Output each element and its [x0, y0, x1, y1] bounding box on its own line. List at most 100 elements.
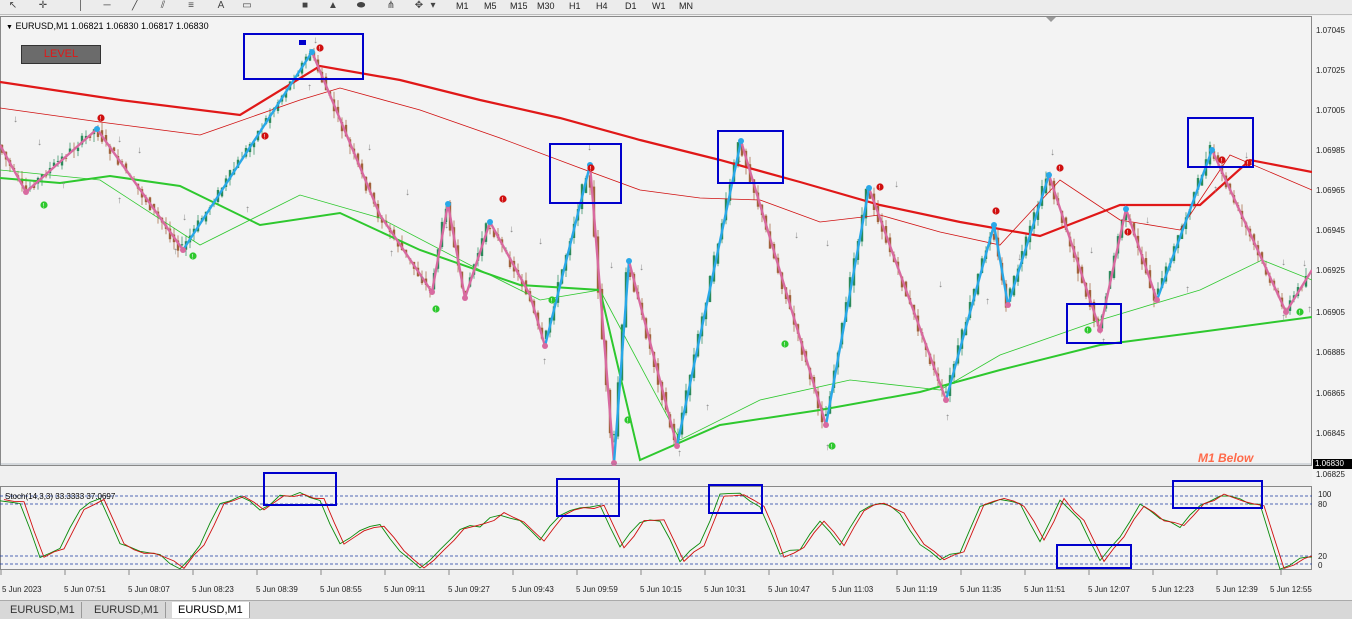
time-label: 5 Jun 11:35 — [960, 585, 1002, 594]
time-label: 5 Jun 12:55 — [1270, 585, 1312, 594]
price-label: 1.06885 — [1316, 348, 1345, 357]
annotation-m1-below: M1 Below — [1198, 451, 1254, 465]
sell-arrow-icon: ↓ — [794, 230, 799, 241]
price-label: 1.06905 — [1316, 308, 1345, 317]
time-label: 5 Jun 08:23 — [192, 585, 234, 594]
sell-arrow-icon: ↓ — [509, 224, 514, 235]
buy-arrow-icon: ↑ — [389, 248, 394, 259]
candle-body — [180, 244, 184, 246]
buy-arrow-icon: ↑ — [985, 296, 990, 307]
buy-arrow-icon: ↑ — [677, 448, 682, 459]
stoch-level-label: 0 — [1318, 561, 1323, 570]
candle-body — [944, 391, 948, 393]
zigzag — [0, 51, 1312, 464]
sell-arrow-icon: ↓ — [1302, 258, 1307, 269]
buy-arrow-icon: ↑ — [1101, 336, 1106, 347]
time-label: 5 Jun 11:03 — [832, 585, 874, 594]
buy-arrow-icon: ↑ — [61, 180, 66, 191]
stoch-level-label: 20 — [1318, 552, 1327, 561]
time-label: 5 Jun 10:47 — [768, 585, 810, 594]
buy-arrow-icon: ↑ — [542, 356, 547, 367]
price-label: 1.06985 — [1316, 146, 1345, 155]
time-label: 5 Jun 11:19 — [896, 585, 938, 594]
sell-arrow-icon: ↓ — [182, 212, 187, 223]
sell-arrow-icon: ↓ — [938, 279, 943, 290]
level-button[interactable]: LEVEL — [21, 45, 101, 64]
candles — [0, 47, 1308, 446]
stoch-title: Stoch(14,3,3) 33.3333 37.0697 — [5, 492, 116, 501]
sell-arrow-icon: ↓ — [13, 114, 18, 125]
time-label: 5 Jun 08:07 — [128, 585, 170, 594]
sell-arrow-icon: ↓ — [444, 220, 449, 231]
sell-arrow-icon: ↓ — [1281, 257, 1286, 268]
highlight-boxes-main — [243, 33, 1254, 344]
price-label: 1.06865 — [1316, 389, 1345, 398]
sell-arrow-icon: ↓ — [37, 137, 42, 148]
time-label: 5 Jun 12:07 — [1088, 585, 1130, 594]
sell-arrow-icon: ↓ — [1017, 252, 1022, 263]
buy-arrow-icon: ↑ — [307, 82, 312, 93]
sell-arrow-icon: ↓ — [1145, 215, 1150, 226]
current-price-label: 1.06830 — [1313, 459, 1352, 469]
buy-arrow-icon: ↑ — [117, 195, 122, 206]
sell-arrow-icon: ↓ — [367, 142, 372, 153]
buy-arrow-icon: ↑ — [1213, 184, 1218, 195]
sell-arrow-icon: ↓ — [639, 262, 644, 273]
time-label: 5 Jun 08:39 — [256, 585, 298, 594]
sell-arrow-icon: ↓ — [313, 35, 318, 46]
time-label: 5 Jun 2023 — [2, 585, 42, 594]
stoch-levels — [0, 495, 1312, 565]
buy-arrow-icon: ↑ — [419, 274, 424, 285]
price-label: 1.07005 — [1316, 106, 1345, 115]
stoch-level-label: 80 — [1318, 500, 1327, 509]
candle-body — [612, 434, 616, 436]
buy-arrow-icon: ↑ — [945, 412, 950, 423]
sell-arrow-icon: ↓ — [737, 154, 742, 165]
sell-arrow-icon: ↓ — [894, 179, 899, 190]
time-label: 5 Jun 07:51 — [64, 585, 106, 594]
time-label: 5 Jun 09:11 — [384, 585, 426, 594]
sell-arrow-icon: ↓ — [405, 187, 410, 198]
buy-arrow-icon: ↑ — [1185, 284, 1190, 295]
buy-arrow-icon: ↑ — [705, 402, 710, 413]
price-label: 1.06925 — [1316, 266, 1345, 275]
highlight-boxes-osc — [263, 472, 1263, 569]
chart-shift-marker — [1046, 17, 1056, 22]
chart-title: ▼ EURUSD,M1 1.06821 1.06830 1.06817 1.06… — [6, 21, 209, 31]
ma-green-thick — [0, 174, 1312, 462]
time-label: 5 Jun 09:43 — [512, 585, 554, 594]
price-label: 1.07045 — [1316, 26, 1345, 35]
stoch-signal-line — [3, 493, 1312, 569]
small-marker — [299, 40, 306, 45]
price-label: 1.06945 — [1316, 226, 1345, 235]
price-scale[interactable]: 1.07045 1.07025 1.07005 1.06985 1.06965 … — [1312, 16, 1352, 570]
time-label: 5 Jun 10:15 — [640, 585, 682, 594]
price-label: 1.06825 — [1316, 470, 1345, 479]
price-label: 1.06965 — [1316, 186, 1345, 195]
time-label: 5 Jun 10:31 — [704, 585, 746, 594]
tab-eurusd-m1-2[interactable]: EURUSD,M1 — [88, 602, 166, 618]
time-label: 5 Jun 12:39 — [1216, 585, 1258, 594]
sell-arrow-icon: ↓ — [1244, 150, 1249, 161]
ma-slow-red — [0, 64, 1312, 238]
tab-eurusd-m1-1[interactable]: EURUSD,M1 — [4, 602, 82, 618]
time-label: 5 Jun 09:59 — [576, 585, 618, 594]
sell-arrow-icon: ↓ — [609, 260, 614, 271]
chart-drawing: ↓↓ ↓↓↓↓↓↓↓ ↓↓↓↓ ↓↓↓↓↓↓↓↓↓↓↓↓ ↓↑↑↑↑↑↑↑↑↑↑↑↑↑↑… — [0, 17, 1312, 575]
sell-arrow-icon: ↓ — [117, 134, 122, 145]
buy-arrow-icon: ↑ — [1281, 312, 1286, 323]
sell-arrow-icon: ↓ — [538, 236, 543, 247]
time-label: 5 Jun 09:27 — [448, 585, 490, 594]
sell-arrow-icon: ↓ — [137, 145, 142, 156]
buy-arrow-icon: ↑ — [245, 204, 250, 215]
time-label: 5 Jun 08:55 — [320, 585, 362, 594]
sell-arrow-icon: ↓ — [1050, 147, 1055, 158]
price-label: 1.07025 — [1316, 66, 1345, 75]
buy-arrow-icon: ↑ — [173, 246, 178, 257]
sell-arrow-icon: ↓ — [825, 238, 830, 249]
time-label: 5 Jun 11:51 — [1024, 585, 1066, 594]
time-label: 5 Jun 12:23 — [1152, 585, 1194, 594]
tab-eurusd-m1-3[interactable]: EURUSD,M1 — [172, 602, 250, 618]
stoch-level-label: 100 — [1318, 490, 1332, 499]
sell-arrow-icon: ↓ — [1089, 245, 1094, 256]
